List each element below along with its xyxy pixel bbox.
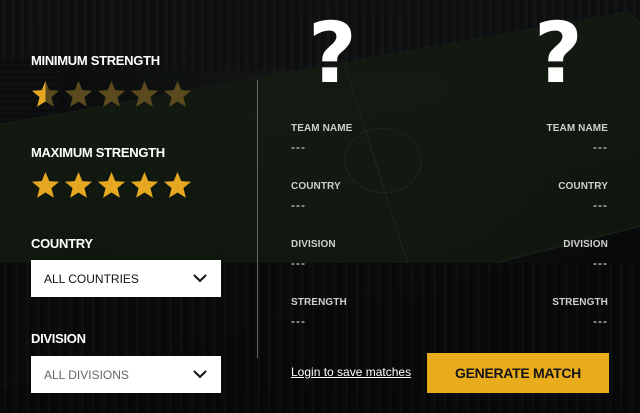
team-2-placeholder-icon: ? xyxy=(534,4,583,102)
team-2-country-value: --- xyxy=(593,198,608,212)
chevron-down-icon xyxy=(193,370,207,379)
division-select-value: ALL DIVISIONS xyxy=(44,367,129,382)
division-select[interactable]: ALL DIVISIONS xyxy=(31,356,221,393)
min-strength-star-icon[interactable] xyxy=(162,79,193,110)
country-label: COUNTRY xyxy=(31,236,93,251)
filter-panel: MINIMUM STRENGTH MAXIMUM STRENGTH COUNTR… xyxy=(0,0,250,413)
team-1-strength-value: --- xyxy=(291,314,306,328)
max-strength-label: MAXIMUM STRENGTH xyxy=(31,145,165,160)
min-strength-star-icon[interactable] xyxy=(96,79,127,110)
login-to-save-link[interactable]: Login to save matches xyxy=(291,365,411,379)
min-strength-stars[interactable] xyxy=(30,79,193,110)
team-1-country-label: COUNTRY xyxy=(291,181,341,192)
team-2-division-label: DIVISION xyxy=(563,239,608,250)
team-1-division-value: --- xyxy=(291,256,306,270)
team-1-division-label: DIVISION xyxy=(291,239,336,250)
team-1-name-label: TEAM NAME xyxy=(291,123,353,134)
team-2-name-label: TEAM NAME xyxy=(546,123,608,134)
min-strength-star-icon[interactable] xyxy=(30,79,61,110)
team-2-division-value: --- xyxy=(593,256,608,270)
min-strength-star-icon[interactable] xyxy=(129,79,160,110)
team-2-name-value: --- xyxy=(593,140,608,154)
team-1-name-value: --- xyxy=(291,140,306,154)
max-strength-star-icon[interactable] xyxy=(129,170,160,201)
max-strength-star-icon[interactable] xyxy=(162,170,193,201)
min-strength-label: MINIMUM STRENGTH xyxy=(31,53,160,68)
generate-match-button[interactable]: GENERATE MATCH xyxy=(427,353,609,393)
country-select[interactable]: ALL COUNTRIES xyxy=(31,260,221,297)
max-strength-star-icon[interactable] xyxy=(63,170,94,201)
team-2-country-label: COUNTRY xyxy=(558,181,608,192)
max-strength-star-icon[interactable] xyxy=(30,170,61,201)
chevron-down-icon xyxy=(193,274,207,283)
team-1-country-value: --- xyxy=(291,198,306,212)
division-label: DIVISION xyxy=(31,331,86,346)
team-1-strength-label: STRENGTH xyxy=(291,297,347,308)
min-strength-star-icon[interactable] xyxy=(63,79,94,110)
country-select-value: ALL COUNTRIES xyxy=(44,271,139,286)
team-2-strength-label: STRENGTH xyxy=(552,297,608,308)
team-2-strength-value: --- xyxy=(593,314,608,328)
panel-divider xyxy=(257,80,258,358)
team-1-placeholder-icon: ? xyxy=(308,4,357,102)
max-strength-stars[interactable] xyxy=(30,170,193,201)
max-strength-star-icon[interactable] xyxy=(96,170,127,201)
